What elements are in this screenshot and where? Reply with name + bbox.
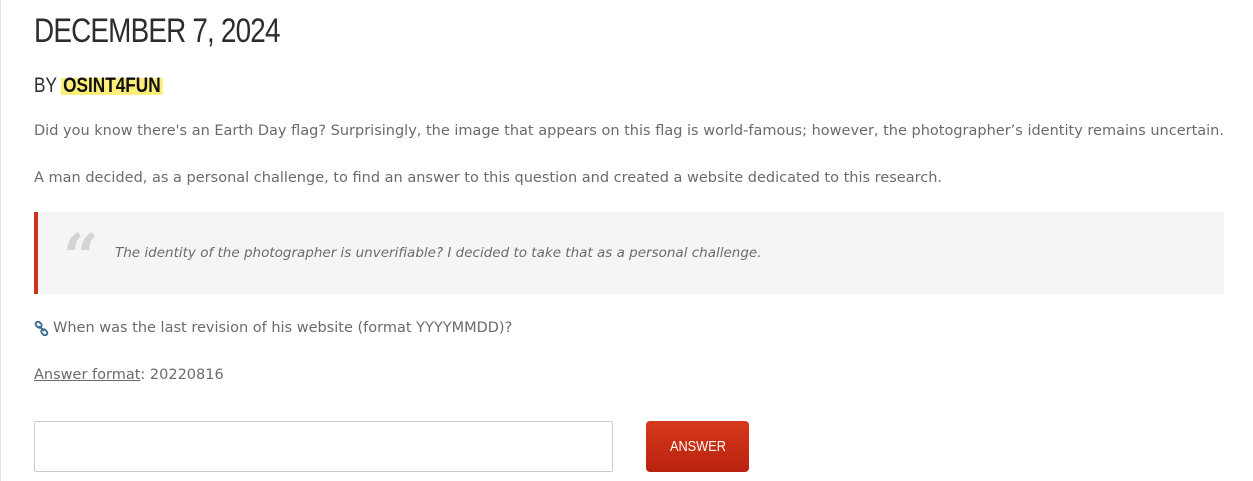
post-date: DECEMBER 7, 2024 [34, 12, 280, 50]
challenge-question: When was the last revision of his websit… [34, 318, 512, 338]
author-link[interactable]: OSINT4FUN [61, 74, 163, 97]
post-page: DECEMBER 7, 2024 BY OSINT4FUN Did you kn… [0, 0, 1253, 481]
answer-button-label: ANSWER [669, 438, 726, 455]
byline-prefix: BY [34, 74, 57, 97]
byline: BY OSINT4FUN [34, 72, 163, 100]
blockquote: “ The identity of the photographer is un… [34, 212, 1224, 294]
answer-format-label: Answer format [34, 367, 141, 383]
quote-icon: “ [63, 220, 99, 293]
story-paragraph: A man decided, as a personal challenge, … [34, 170, 943, 186]
quote-text: The identity of the photographer is unve… [115, 245, 762, 261]
link-icon [34, 320, 49, 336]
intro-paragraph: Did you know there's an Earth Day flag? … [34, 123, 1224, 139]
answer-format-separator: : [140, 367, 150, 383]
answer-input[interactable] [34, 421, 613, 472]
answer-button[interactable]: ANSWER [646, 421, 749, 472]
question-text: When was the last revision of his websit… [53, 320, 513, 336]
answer-format: Answer format: 20220816 [34, 365, 224, 385]
answer-format-value: 20220816 [149, 367, 224, 383]
